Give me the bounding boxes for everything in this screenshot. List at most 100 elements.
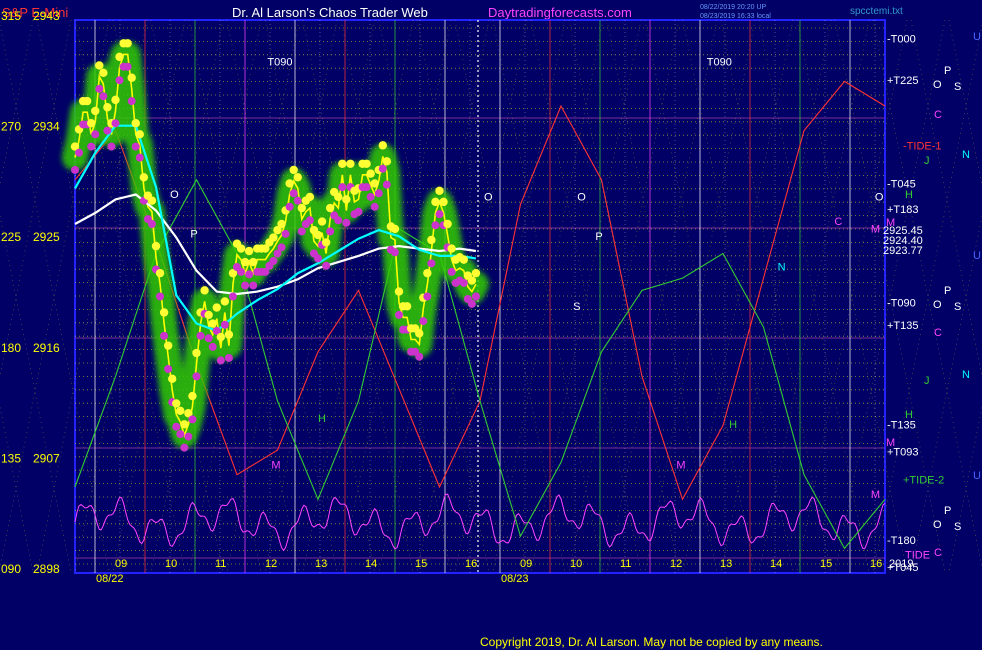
low-marker xyxy=(180,443,189,452)
high-marker xyxy=(155,268,165,278)
high-marker xyxy=(415,329,424,338)
high-marker xyxy=(111,95,120,105)
high-marker xyxy=(91,106,100,116)
hour-tick-label: 15 xyxy=(415,558,427,570)
low-marker xyxy=(334,216,343,225)
angle-label: 270 xyxy=(1,120,21,134)
low-marker xyxy=(435,210,444,219)
chart-letter: S xyxy=(573,301,580,313)
low-marker xyxy=(289,189,298,198)
low-marker xyxy=(95,84,104,93)
low-marker xyxy=(281,229,290,238)
high-marker xyxy=(172,399,181,408)
side-glyph: M xyxy=(886,217,895,229)
high-marker xyxy=(435,186,444,196)
chart-letter: T090 xyxy=(267,56,292,68)
low-marker xyxy=(91,130,100,139)
level-label: TIDE xyxy=(905,550,930,562)
hour-tick-label: 16 xyxy=(465,558,477,570)
hour-tick-label: 10 xyxy=(165,558,177,570)
price-tick-label: 2916 xyxy=(33,341,60,355)
low-marker xyxy=(431,221,440,230)
high-marker xyxy=(402,302,412,311)
side-glyph: J xyxy=(924,155,930,167)
high-marker xyxy=(313,230,323,240)
low-marker xyxy=(293,196,302,205)
side-glyph: C xyxy=(934,327,942,339)
high-marker xyxy=(334,192,343,202)
low-marker xyxy=(362,183,371,192)
high-marker xyxy=(82,96,92,106)
date-label: 08/22 xyxy=(96,573,124,585)
side-glyph: O xyxy=(933,299,942,311)
high-marker xyxy=(95,61,104,70)
hour-tick-label: 15 xyxy=(820,558,832,570)
low-marker xyxy=(87,142,96,151)
price-tick-label: 2898 xyxy=(33,562,60,576)
low-marker xyxy=(147,219,156,228)
low-marker xyxy=(131,142,140,151)
high-marker xyxy=(431,197,440,207)
high-marker xyxy=(362,159,371,168)
low-marker xyxy=(366,192,375,201)
high-marker xyxy=(378,141,387,150)
chart-letter: T090 xyxy=(707,56,732,68)
high-marker xyxy=(321,238,331,247)
high-marker xyxy=(277,219,286,229)
low-marker xyxy=(228,292,237,301)
high-marker xyxy=(423,268,432,278)
high-marker xyxy=(131,119,140,128)
low-marker xyxy=(326,227,335,236)
side-glyph: S xyxy=(954,521,961,533)
high-marker xyxy=(147,196,157,205)
side-glyph: C xyxy=(934,109,942,121)
hour-tick-label: 12 xyxy=(265,558,277,570)
high-marker xyxy=(346,159,355,168)
timestamp-1: 08/22/2019 20:20 UP xyxy=(700,4,766,11)
angle-label: 135 xyxy=(1,451,21,465)
low-marker xyxy=(241,281,250,290)
high-marker xyxy=(180,420,189,429)
side-glyph: C xyxy=(934,547,942,559)
high-marker xyxy=(204,310,213,320)
high-marker xyxy=(208,319,217,328)
low-marker xyxy=(99,92,108,101)
low-marker xyxy=(354,207,363,216)
low-marker xyxy=(395,310,403,319)
side-glyph: U xyxy=(973,250,981,262)
hour-tick-label: 14 xyxy=(365,558,377,570)
diagonal-line xyxy=(0,405,34,574)
low-marker xyxy=(220,320,229,329)
date-label: 08/23 xyxy=(501,573,529,585)
low-marker xyxy=(342,218,351,227)
chart-letter: N xyxy=(778,262,786,274)
low-marker xyxy=(378,164,387,173)
side-glyph: N xyxy=(962,369,970,381)
site-link[interactable]: Daytradingforecasts.com xyxy=(488,5,632,20)
high-marker xyxy=(342,195,351,204)
high-marker xyxy=(297,203,306,213)
low-marker xyxy=(370,202,379,211)
low-marker xyxy=(285,202,294,211)
cycle-line xyxy=(74,493,886,552)
level-label: +TIDE-2 xyxy=(903,475,944,487)
low-marker xyxy=(123,62,132,71)
diagonal-lattice xyxy=(0,19,982,574)
low-marker xyxy=(237,267,246,276)
chart-letter: M xyxy=(676,460,685,472)
chart-letter: P xyxy=(190,229,197,241)
low-marker xyxy=(135,153,144,162)
hour-tick-label: 11 xyxy=(620,558,631,570)
low-marker xyxy=(156,292,165,301)
hour-tick-label: 09 xyxy=(115,558,127,570)
side-glyph: P xyxy=(944,285,951,297)
hour-tick-label: 13 xyxy=(315,558,327,570)
chart-letter: C xyxy=(834,216,842,228)
hour-tick-label: 16 xyxy=(870,558,882,570)
level-label: -T180 xyxy=(887,535,916,547)
low-marker xyxy=(245,270,254,279)
level-label: +T225 xyxy=(887,75,919,87)
side-glyph: P xyxy=(944,65,951,77)
low-marker xyxy=(471,292,480,301)
side-glyph: S xyxy=(954,81,961,93)
